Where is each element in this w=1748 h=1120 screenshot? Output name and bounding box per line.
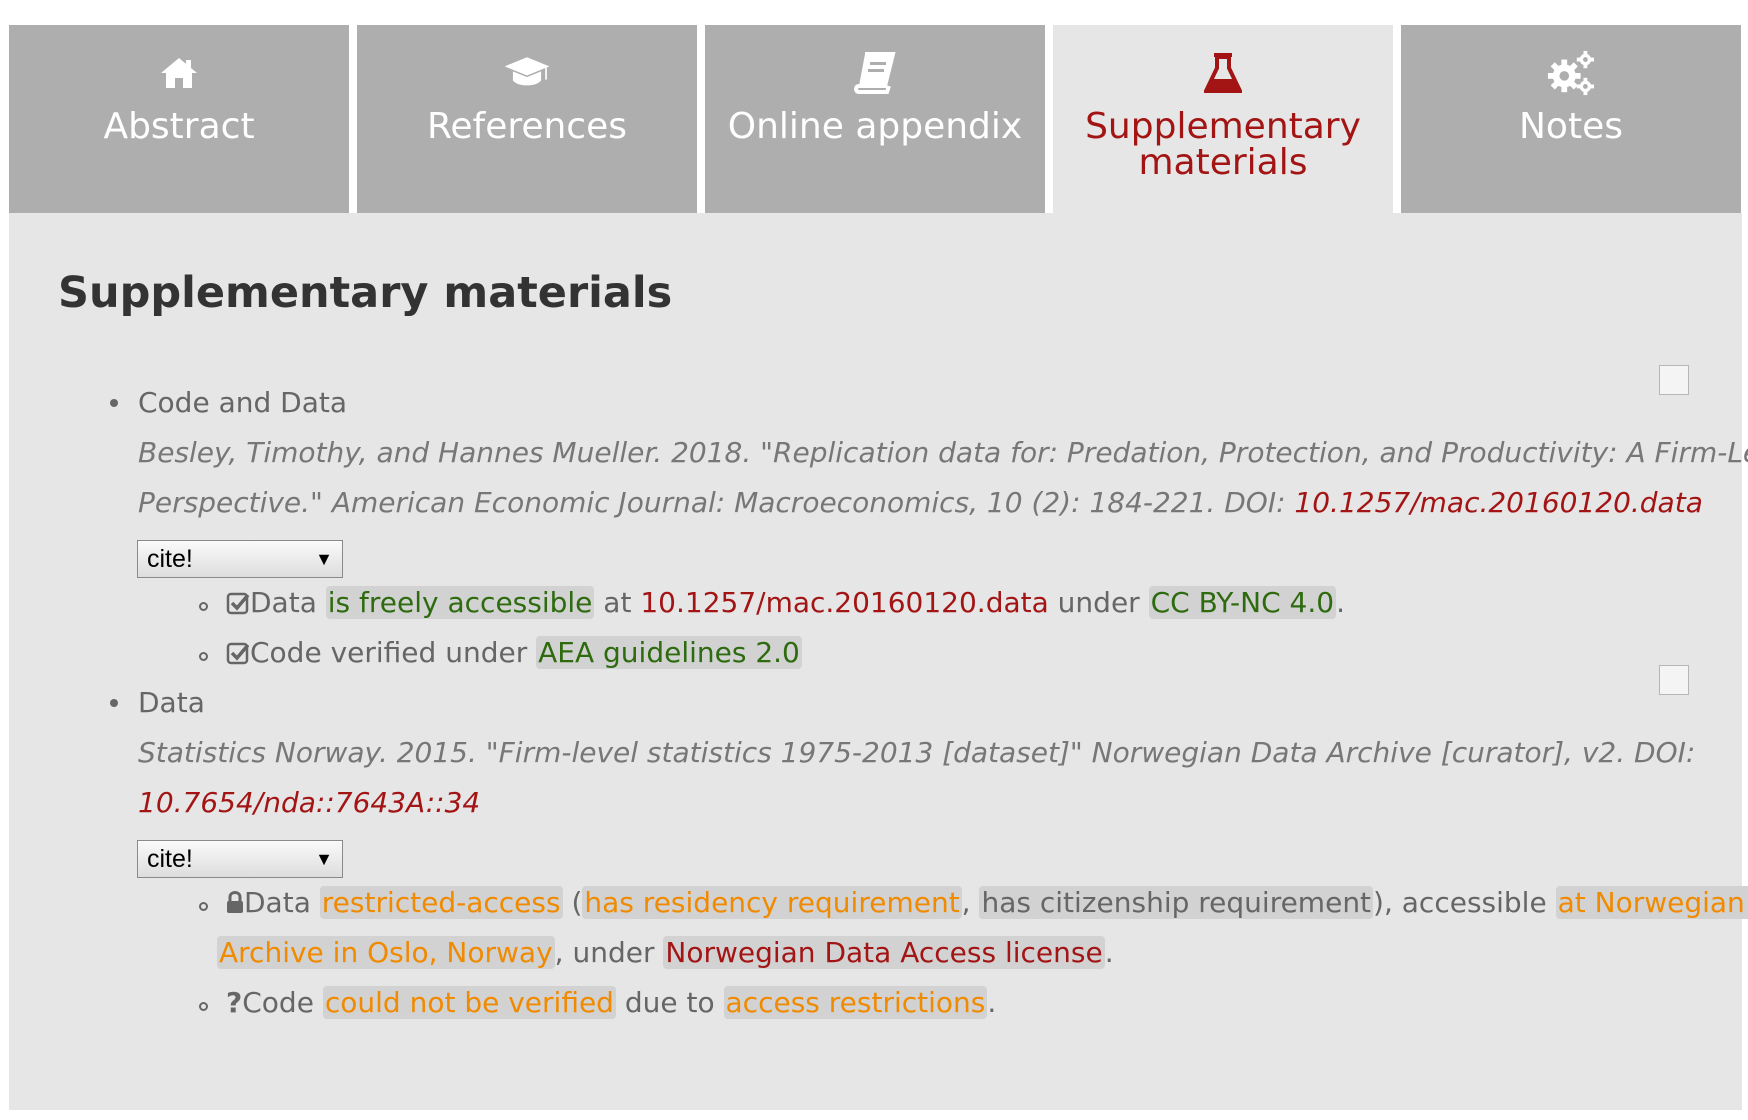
checkbox-checked-icon — [226, 642, 250, 665]
sub-bullet — [199, 902, 208, 911]
citation-doi-link[interactable]: 10.1257/mac.20160120.data — [1294, 486, 1702, 519]
location-badge: at Norwegian Data — [1555, 886, 1748, 919]
tab-abstract[interactable]: Abstract — [9, 25, 349, 213]
status-badge: could not be verified — [322, 986, 616, 1019]
data-availability-line-cont: Archive in Oslo, Norway, under Norwegian… — [217, 936, 1114, 969]
broken-image-icon — [1659, 665, 1689, 695]
home-icon — [155, 49, 203, 97]
bullet — [110, 699, 118, 707]
checkbox-checked-icon — [226, 592, 250, 615]
access-badge: is freely accessible — [325, 586, 595, 619]
tab-label: Notes — [1519, 106, 1623, 147]
tab-references[interactable]: References — [357, 25, 697, 213]
citation-line: Perspective." American Economic Journal:… — [138, 486, 1703, 519]
tab-supplementary-materials[interactable]: Supplementary materials — [1053, 25, 1393, 225]
data-location-link[interactable]: 10.1257/mac.20160120.data — [640, 586, 1048, 619]
tab-label: References — [426, 106, 628, 147]
tab-label: Abstract — [103, 106, 255, 147]
data-availability-line: Data restricted-access (has residency re… — [226, 885, 1748, 921]
material-type: Code and Data — [138, 386, 348, 419]
tab-label: Supplementary materials — [1085, 106, 1361, 183]
material-type: Data — [138, 686, 205, 719]
requirement-badge: has residency requirement — [582, 886, 962, 919]
license-badge: CC BY-NC 4.0 — [1148, 586, 1337, 619]
tab-notes[interactable]: Notes — [1401, 25, 1741, 213]
tab-panel: Supplementary materials Code and Data Be… — [9, 213, 1748, 1110]
book-icon — [851, 49, 899, 97]
access-badge: restricted-access — [319, 886, 563, 919]
sub-bullet — [199, 602, 208, 611]
guideline-badge: AEA guidelines 2.0 — [536, 636, 802, 669]
requirement-badge: has citizenship requirement — [979, 886, 1374, 919]
cite-select[interactable]: cite! ▼ — [137, 540, 343, 578]
flask-icon — [1199, 49, 1247, 97]
citation-line: Statistics Norway. 2015. "Firm-level sta… — [138, 736, 1696, 769]
gears-icon — [1547, 49, 1595, 97]
lock-icon — [227, 891, 243, 913]
reason-badge: access restrictions — [723, 986, 988, 1019]
license-badge: Norwegian Data Access license — [663, 936, 1105, 969]
bullet — [110, 399, 118, 407]
graduation-cap-icon — [503, 49, 551, 97]
location-badge: Archive in Oslo, Norway — [217, 936, 555, 969]
citation-line: Besley, Timothy, and Hannes Mueller. 201… — [138, 436, 1748, 469]
broken-image-icon — [1659, 365, 1689, 395]
sub-bullet — [199, 652, 208, 661]
page-title: Supplementary materials — [58, 268, 673, 318]
cite-select[interactable]: cite! ▼ — [137, 840, 343, 878]
question-icon: ? — [226, 986, 243, 1019]
sub-bullet — [199, 1002, 208, 1011]
tab-online-appendix[interactable]: Online appendix — [705, 25, 1045, 213]
data-availability-line: Data is freely accessible at 10.1257/mac… — [226, 585, 1345, 621]
tab-label: Online appendix — [727, 106, 1023, 147]
code-verification-line: ?Code could not be verified due to acces… — [226, 986, 997, 1019]
citation-doi-link[interactable]: 10.7654/nda::7643A::34 — [138, 785, 480, 821]
code-verification-line: Code verified under AEA guidelines 2.0 — [226, 635, 802, 671]
tab-bar: Abstract References Online appendix Supp… — [9, 25, 1741, 225]
